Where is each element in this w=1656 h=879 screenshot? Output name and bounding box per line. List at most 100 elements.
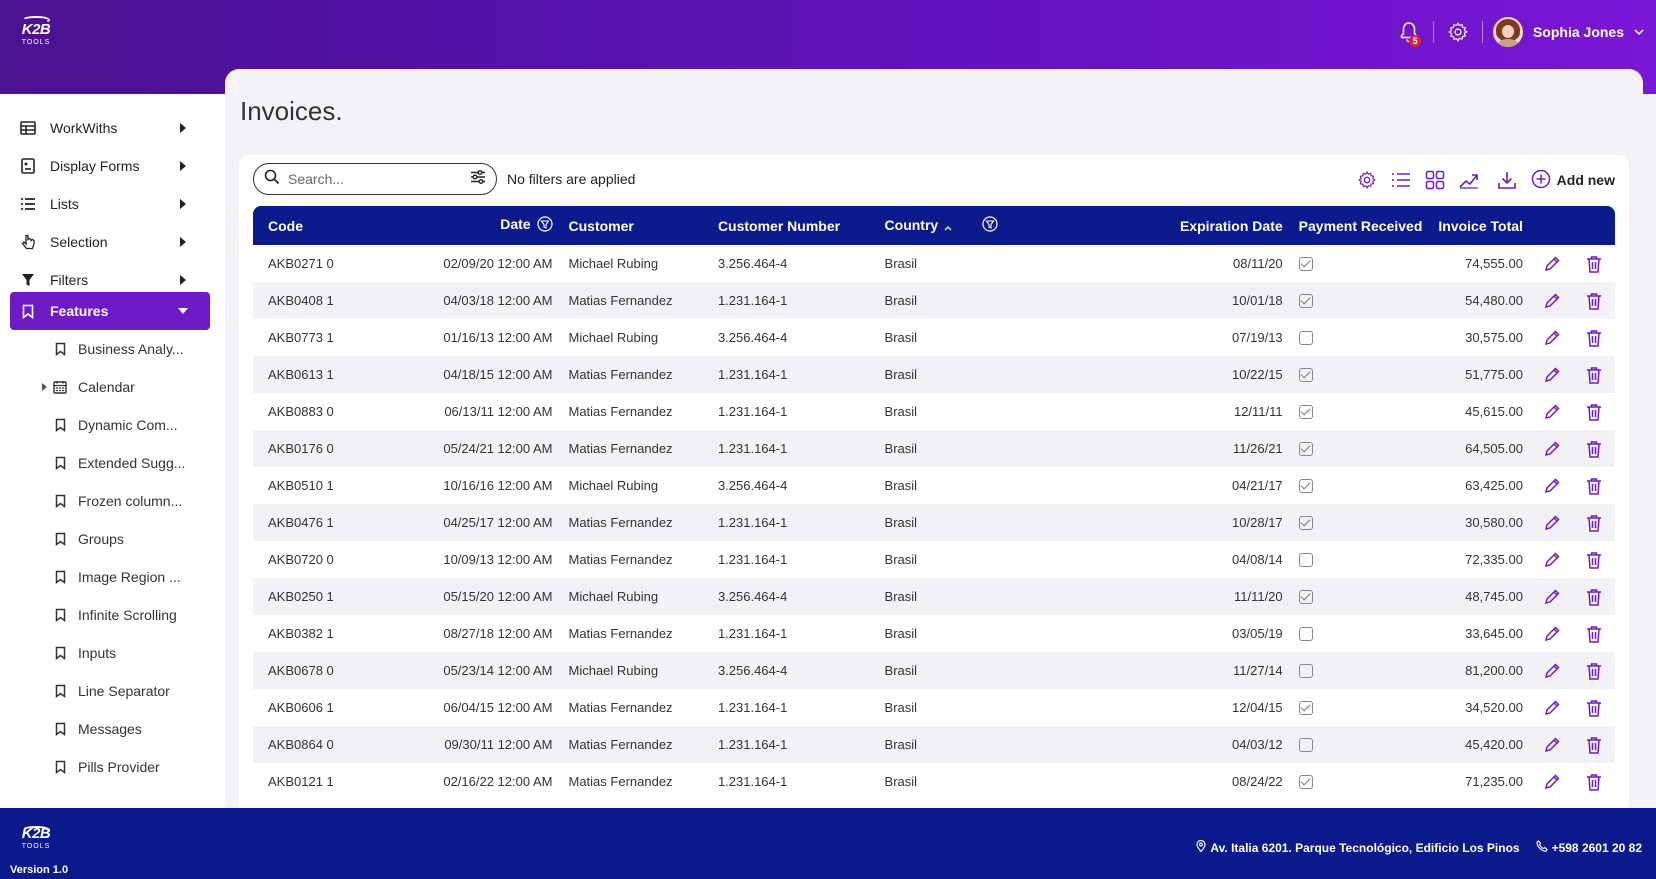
table-row[interactable]: AKB0408 1 04/03/18 12:00 AM Matias Fernand…	[253, 282, 1615, 319]
edit-pencil-icon[interactable]	[1539, 403, 1565, 421]
sidebar-subitem-dynamic-com[interactable]: Dynamic Com...	[50, 406, 220, 444]
column-header-date[interactable]: Date	[388, 206, 561, 245]
column-header-country[interactable]: Country	[877, 206, 975, 245]
table-row[interactable]: AKB0883 0 06/13/11 12:00 AM Matias Fernand…	[253, 393, 1615, 430]
table-row[interactable]: AKB0773 1 01/16/13 12:00 AM Michael Rubing…	[253, 319, 1615, 356]
search-box[interactable]	[253, 163, 497, 195]
table-row[interactable]: AKB0678 0 05/23/14 12:00 AM Michael Rubing…	[253, 652, 1615, 689]
sidebar-item-lists[interactable]: Lists	[10, 185, 210, 223]
download-icon[interactable]	[1493, 166, 1521, 194]
user-name[interactable]: Sophia Jones	[1533, 24, 1624, 40]
delete-trash-icon[interactable]	[1581, 551, 1607, 569]
sidebar-subitem-infinite-scrolling[interactable]: Infinite Scrolling	[50, 596, 220, 634]
edit-pencil-icon[interactable]	[1539, 366, 1565, 384]
sidebar-item-display-forms[interactable]: Display Forms	[10, 147, 210, 185]
table-row[interactable]: AKB0382 1 08/27/18 12:00 AM Matias Fernand…	[253, 615, 1615, 652]
column-header-payment-received[interactable]: Payment Received	[1291, 206, 1431, 245]
filter-settings-sliders-icon[interactable]	[470, 169, 486, 189]
sidebar-item-selection[interactable]: Selection	[10, 223, 210, 261]
table-row[interactable]: AKB0720 0 10/09/13 12:00 AM Matias Fernand…	[253, 541, 1615, 578]
sidebar-item-features[interactable]: Features	[10, 292, 210, 330]
edit-pencil-icon[interactable]	[1539, 477, 1565, 495]
list-view-icon[interactable]	[1387, 166, 1415, 194]
payment-received-checkbox	[1298, 368, 1313, 383]
user-avatar[interactable]	[1492, 17, 1523, 47]
edit-pencil-icon[interactable]	[1539, 255, 1565, 273]
table-row[interactable]: AKB0606 1 06/04/15 12:00 AM Matias Fernand…	[253, 689, 1615, 726]
delete-trash-icon[interactable]	[1581, 625, 1607, 643]
edit-pencil-icon[interactable]	[1539, 588, 1565, 606]
table-row[interactable]: AKB0864 0 09/30/11 12:00 AM Matias Fernand…	[253, 726, 1615, 763]
delete-trash-icon[interactable]	[1581, 329, 1607, 347]
delete-trash-icon[interactable]	[1581, 699, 1607, 717]
column-header-invoice-total[interactable]: Invoice Total	[1430, 206, 1531, 245]
column-header-customer[interactable]: Customer	[561, 206, 710, 245]
table-row[interactable]: AKB0121 1 02/16/22 12:00 AM Matias Fernand…	[253, 763, 1615, 800]
cell-expiration-date: 04/08/14	[1232, 552, 1283, 567]
edit-pencil-icon[interactable]	[1539, 736, 1565, 754]
delete-trash-icon[interactable]	[1581, 366, 1607, 384]
search-input[interactable]	[288, 171, 462, 187]
delete-trash-icon[interactable]	[1581, 736, 1607, 754]
delete-trash-icon[interactable]	[1581, 588, 1607, 606]
delete-trash-icon[interactable]	[1581, 403, 1607, 421]
delete-trash-icon[interactable]	[1581, 292, 1607, 310]
sidebar-subitem-messages[interactable]: Messages	[50, 710, 220, 748]
chevron-down-icon[interactable]	[1634, 23, 1644, 41]
sidebar-subitem-image-region[interactable]: Image Region ...	[50, 558, 220, 596]
cell-payment-received	[1291, 504, 1431, 541]
cell-country: Brasil	[884, 293, 918, 308]
cell-country: Brasil	[884, 256, 918, 271]
card-view-grid-icon[interactable]	[1421, 166, 1449, 194]
edit-pencil-icon[interactable]	[1539, 662, 1565, 680]
table-row[interactable]: AKB0250 1 05/15/20 12:00 AM Michael Rubing…	[253, 578, 1615, 615]
sidebar-subitem-business-analytics[interactable]: Business Analy...	[50, 330, 220, 368]
settings-gear-icon[interactable]	[1444, 18, 1472, 46]
k2b-logo[interactable]: K2B TOOLS	[16, 14, 56, 50]
delete-trash-icon[interactable]	[1581, 477, 1607, 495]
edit-pencil-icon[interactable]	[1539, 773, 1565, 791]
sidebar-subitem-groups[interactable]: Groups	[50, 520, 220, 558]
column-filter-icon[interactable]	[982, 216, 998, 235]
edit-pencil-icon[interactable]	[1539, 329, 1565, 347]
column-header-country-filter[interactable]	[974, 206, 1034, 245]
caret-right-icon	[180, 161, 186, 171]
grid-settings-gear-icon[interactable]	[1353, 166, 1381, 194]
table-row[interactable]: AKB0510 1 10/16/16 12:00 AM Michael Rubing…	[253, 467, 1615, 504]
delete-trash-icon[interactable]	[1581, 662, 1607, 680]
chart-trend-icon[interactable]	[1455, 166, 1483, 194]
delete-trash-icon[interactable]	[1581, 255, 1607, 273]
cell-invoice-total: 45,615.00	[1465, 404, 1523, 419]
delete-trash-icon[interactable]	[1581, 773, 1607, 791]
sidebar-subitem-calendar[interactable]: Calendar	[42, 368, 220, 406]
sort-ascending-icon[interactable]	[944, 218, 952, 234]
column-header-code[interactable]: Code	[253, 206, 388, 245]
edit-pencil-icon[interactable]	[1539, 440, 1565, 458]
sidebar-subitem-extended-sugg[interactable]: Extended Sugg...	[50, 444, 220, 482]
cell-payment-received	[1291, 393, 1431, 430]
table-row[interactable]: AKB0176 0 05/24/21 12:00 AM Matias Fernand…	[253, 430, 1615, 467]
table-row[interactable]: AKB0613 1 04/18/15 12:00 AM Matias Fernand…	[253, 356, 1615, 393]
footer-phone[interactable]: +598 2601 20 82	[1552, 841, 1642, 855]
column-header-expiration-date[interactable]: Expiration Date	[1034, 206, 1291, 245]
sidebar-subitem-inputs[interactable]: Inputs	[50, 634, 220, 672]
sidebar-subitem-frozen-columns[interactable]: Frozen column...	[50, 482, 220, 520]
table-row[interactable]: AKB0476 1 04/25/17 12:00 AM Matias Fernand…	[253, 504, 1615, 541]
edit-pencil-icon[interactable]	[1539, 292, 1565, 310]
edit-pencil-icon[interactable]	[1539, 551, 1565, 569]
sidebar-item-workwiths[interactable]: WorkWiths	[10, 109, 210, 147]
edit-pencil-icon[interactable]	[1539, 514, 1565, 532]
delete-trash-icon[interactable]	[1581, 440, 1607, 458]
edit-pencil-icon[interactable]	[1539, 625, 1565, 643]
add-new-button[interactable]: Add new	[1531, 169, 1615, 192]
payment-received-checkbox	[1298, 627, 1313, 642]
column-filter-icon[interactable]	[536, 216, 553, 235]
table-row[interactable]: AKB0271 0 02/09/20 12:00 AM Michael Rubing…	[253, 245, 1615, 282]
sidebar-subitem-line-separator[interactable]: Line Separator	[50, 672, 220, 710]
sidebar-subitem-pills-provider[interactable]: Pills Provider	[50, 748, 220, 786]
edit-pencil-icon[interactable]	[1539, 699, 1565, 717]
notifications-bell-icon[interactable]: 5	[1395, 18, 1423, 47]
delete-trash-icon[interactable]	[1581, 514, 1607, 532]
column-header-customer-number[interactable]: Customer Number	[710, 206, 877, 245]
caret-right-icon[interactable]	[42, 383, 47, 391]
